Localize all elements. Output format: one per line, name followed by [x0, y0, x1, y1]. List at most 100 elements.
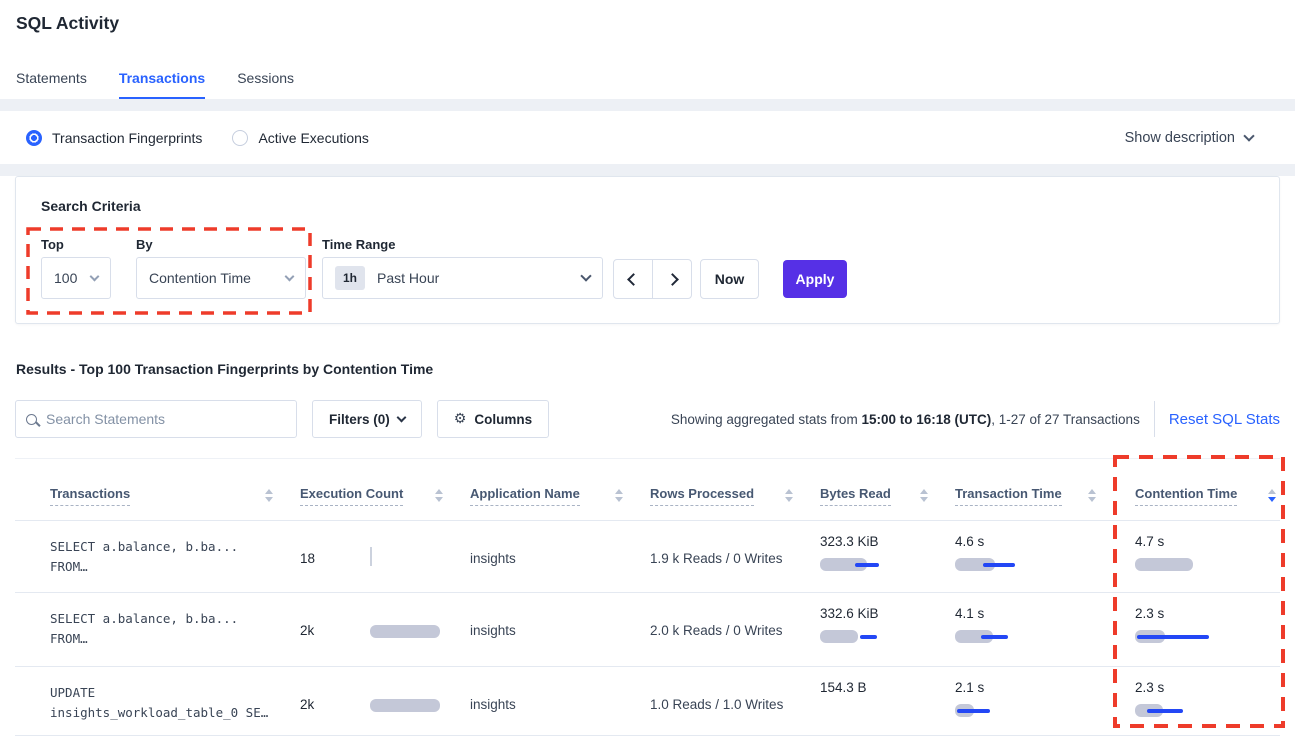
tab-statements[interactable]: Statements [16, 70, 87, 99]
sort-up-arrow [785, 489, 793, 494]
bar-fill [1135, 558, 1193, 571]
execution-count-value: 2k [300, 697, 314, 712]
col-header-rows-processed[interactable]: Rows Processed [650, 486, 754, 506]
apply-button[interactable]: Apply [783, 260, 847, 298]
transaction-time-value: 2.1 s [955, 680, 1037, 695]
contention-time-value: 2.3 s [1135, 606, 1217, 621]
col-header-transaction-time[interactable]: Transaction Time [955, 486, 1062, 506]
transaction-time-bar [955, 630, 1037, 644]
time-range-value: Past Hour [377, 270, 439, 286]
sort-down-arrow [785, 497, 793, 502]
page-header: SQL Activity StatementsTransactionsSessi… [0, 0, 1295, 99]
search-input[interactable] [46, 411, 286, 427]
bytes-read-value: 323.3 KiB [820, 534, 902, 549]
application-name: insights [470, 623, 516, 638]
contention-time: 2.3 s [1135, 680, 1217, 718]
bytes-read-value: 332.6 KiB [820, 606, 902, 621]
sort-icon-execution-count[interactable] [435, 489, 443, 502]
search-criteria-card: Search Criteria Top By Time Range 100 Co… [15, 176, 1280, 324]
sort-up-arrow [265, 489, 273, 494]
bytes-read: 332.6 KiB [820, 606, 902, 644]
time-prev-button[interactable] [613, 259, 653, 299]
by-label: By [136, 237, 153, 252]
time-range-picker[interactable]: 1h Past Hour [322, 257, 603, 299]
radio-option-active-executions[interactable]: Active Executions [232, 130, 369, 146]
search-box [15, 400, 297, 438]
sort-down-arrow [265, 497, 273, 502]
radio-label: Transaction Fingerprints [52, 130, 202, 146]
table-header-row: Transactions Execution Count Application N… [15, 459, 1280, 521]
tab-sessions[interactable]: Sessions [237, 70, 294, 99]
col-header-execution-count[interactable]: Execution Count [300, 486, 403, 506]
radio-icon [232, 130, 248, 146]
now-button[interactable]: Now [700, 259, 759, 299]
radio-options: Transaction Fingerprints Active Execution… [26, 130, 399, 146]
chevron-down-icon [1243, 130, 1254, 141]
radio-icon [26, 130, 42, 146]
transactions-table: Transactions Execution Count Application N… [15, 458, 1280, 736]
bar-line [1137, 635, 1209, 639]
transaction-fingerprint[interactable]: UPDATEinsights_workload_table_0 SE… [50, 683, 268, 723]
col-header-bytes-read[interactable]: Bytes Read [820, 486, 891, 506]
table-row[interactable]: UPDATEinsights_workload_table_0 SE… 2k ins… [15, 667, 1280, 736]
chevron-down-icon [396, 412, 406, 422]
contention-time: 4.7 s [1135, 534, 1217, 572]
bar-line [860, 635, 877, 639]
bar-line [957, 709, 990, 713]
col-header-application-name[interactable]: Application Name [470, 486, 580, 506]
tabs: Statements Transactions Sessions [16, 70, 294, 99]
filters-button[interactable]: Filters (0) [312, 400, 422, 438]
contention-time-value: 4.7 s [1135, 534, 1217, 549]
transaction-time-value: 4.1 s [955, 606, 1037, 621]
transaction-time-bar [955, 704, 1037, 718]
bytes-read-bar [820, 558, 902, 572]
contention-time-bar [1135, 630, 1217, 644]
bar-line [855, 563, 879, 567]
query-line-1: UPDATE [50, 683, 268, 703]
transaction-time: 4.1 s [955, 606, 1037, 644]
chevron-down-icon [580, 270, 591, 281]
sort-icon-rows-processed[interactable] [785, 489, 793, 502]
top-select[interactable]: 100 [41, 257, 111, 299]
transaction-time-bar [955, 558, 1037, 572]
bytes-read-bar [820, 630, 902, 644]
chevron-down-icon [285, 271, 295, 281]
table-row[interactable]: SELECT a.balance, b.ba...FROM…2kinsights… [15, 593, 1280, 667]
bytes-read: 154.3 B [820, 680, 902, 718]
table-row[interactable]: SELECT a.balance, b.ba...FROM…18insights… [15, 521, 1280, 593]
by-select[interactable]: Contention Time [136, 257, 306, 299]
show-description-toggle[interactable]: Show description [1125, 130, 1253, 146]
sort-icon-transaction-time[interactable] [1088, 489, 1096, 502]
sort-icon-bytes-read[interactable] [920, 489, 928, 502]
bytes-read: 323.3 KiB [820, 534, 902, 572]
query-line-2: FROM… [50, 629, 238, 649]
sort-icon-application-name[interactable] [615, 489, 623, 502]
sort-up-arrow [1268, 489, 1276, 494]
sort-icon-transactions[interactable] [265, 489, 273, 502]
sort-icon-contention-time[interactable] [1268, 489, 1276, 502]
divider-band [0, 99, 1295, 111]
radio-option-transaction-fingerprints[interactable]: Transaction Fingerprints [26, 130, 202, 146]
transaction-fingerprint[interactable]: SELECT a.balance, b.ba...FROM… [50, 609, 238, 649]
tab-transactions[interactable]: Transactions [119, 70, 205, 99]
divider-band [0, 164, 1295, 176]
col-header-transactions[interactable]: Transactions [50, 486, 130, 506]
view-toggle-bar: Transaction Fingerprints Active Execution… [0, 111, 1295, 164]
reset-sql-stats-link[interactable]: Reset SQL Stats [1169, 411, 1280, 428]
bar-line [1147, 709, 1183, 713]
table-body: SELECT a.balance, b.ba...FROM…18insights… [15, 521, 1280, 736]
time-next-button[interactable] [652, 259, 692, 299]
time-range-label: Time Range [322, 237, 395, 252]
bytes-read-value: 154.3 B [820, 680, 902, 695]
gear-icon: ⚙ [454, 411, 467, 427]
columns-button[interactable]: ⚙ Columns [437, 400, 549, 438]
columns-label: Columns [474, 412, 532, 427]
top-select-value: 100 [54, 270, 77, 286]
application-name: insights [470, 697, 516, 712]
top-label: Top [41, 237, 64, 252]
transaction-fingerprint[interactable]: SELECT a.balance, b.ba...FROM… [50, 537, 238, 577]
show-description-label: Show description [1125, 130, 1235, 146]
rows-processed: 1.9 k Reads / 0 Writes [650, 551, 783, 566]
col-header-contention-time[interactable]: Contention Time [1135, 486, 1237, 506]
results-heading: Results - Top 100 Transaction Fingerprin… [16, 361, 1295, 377]
